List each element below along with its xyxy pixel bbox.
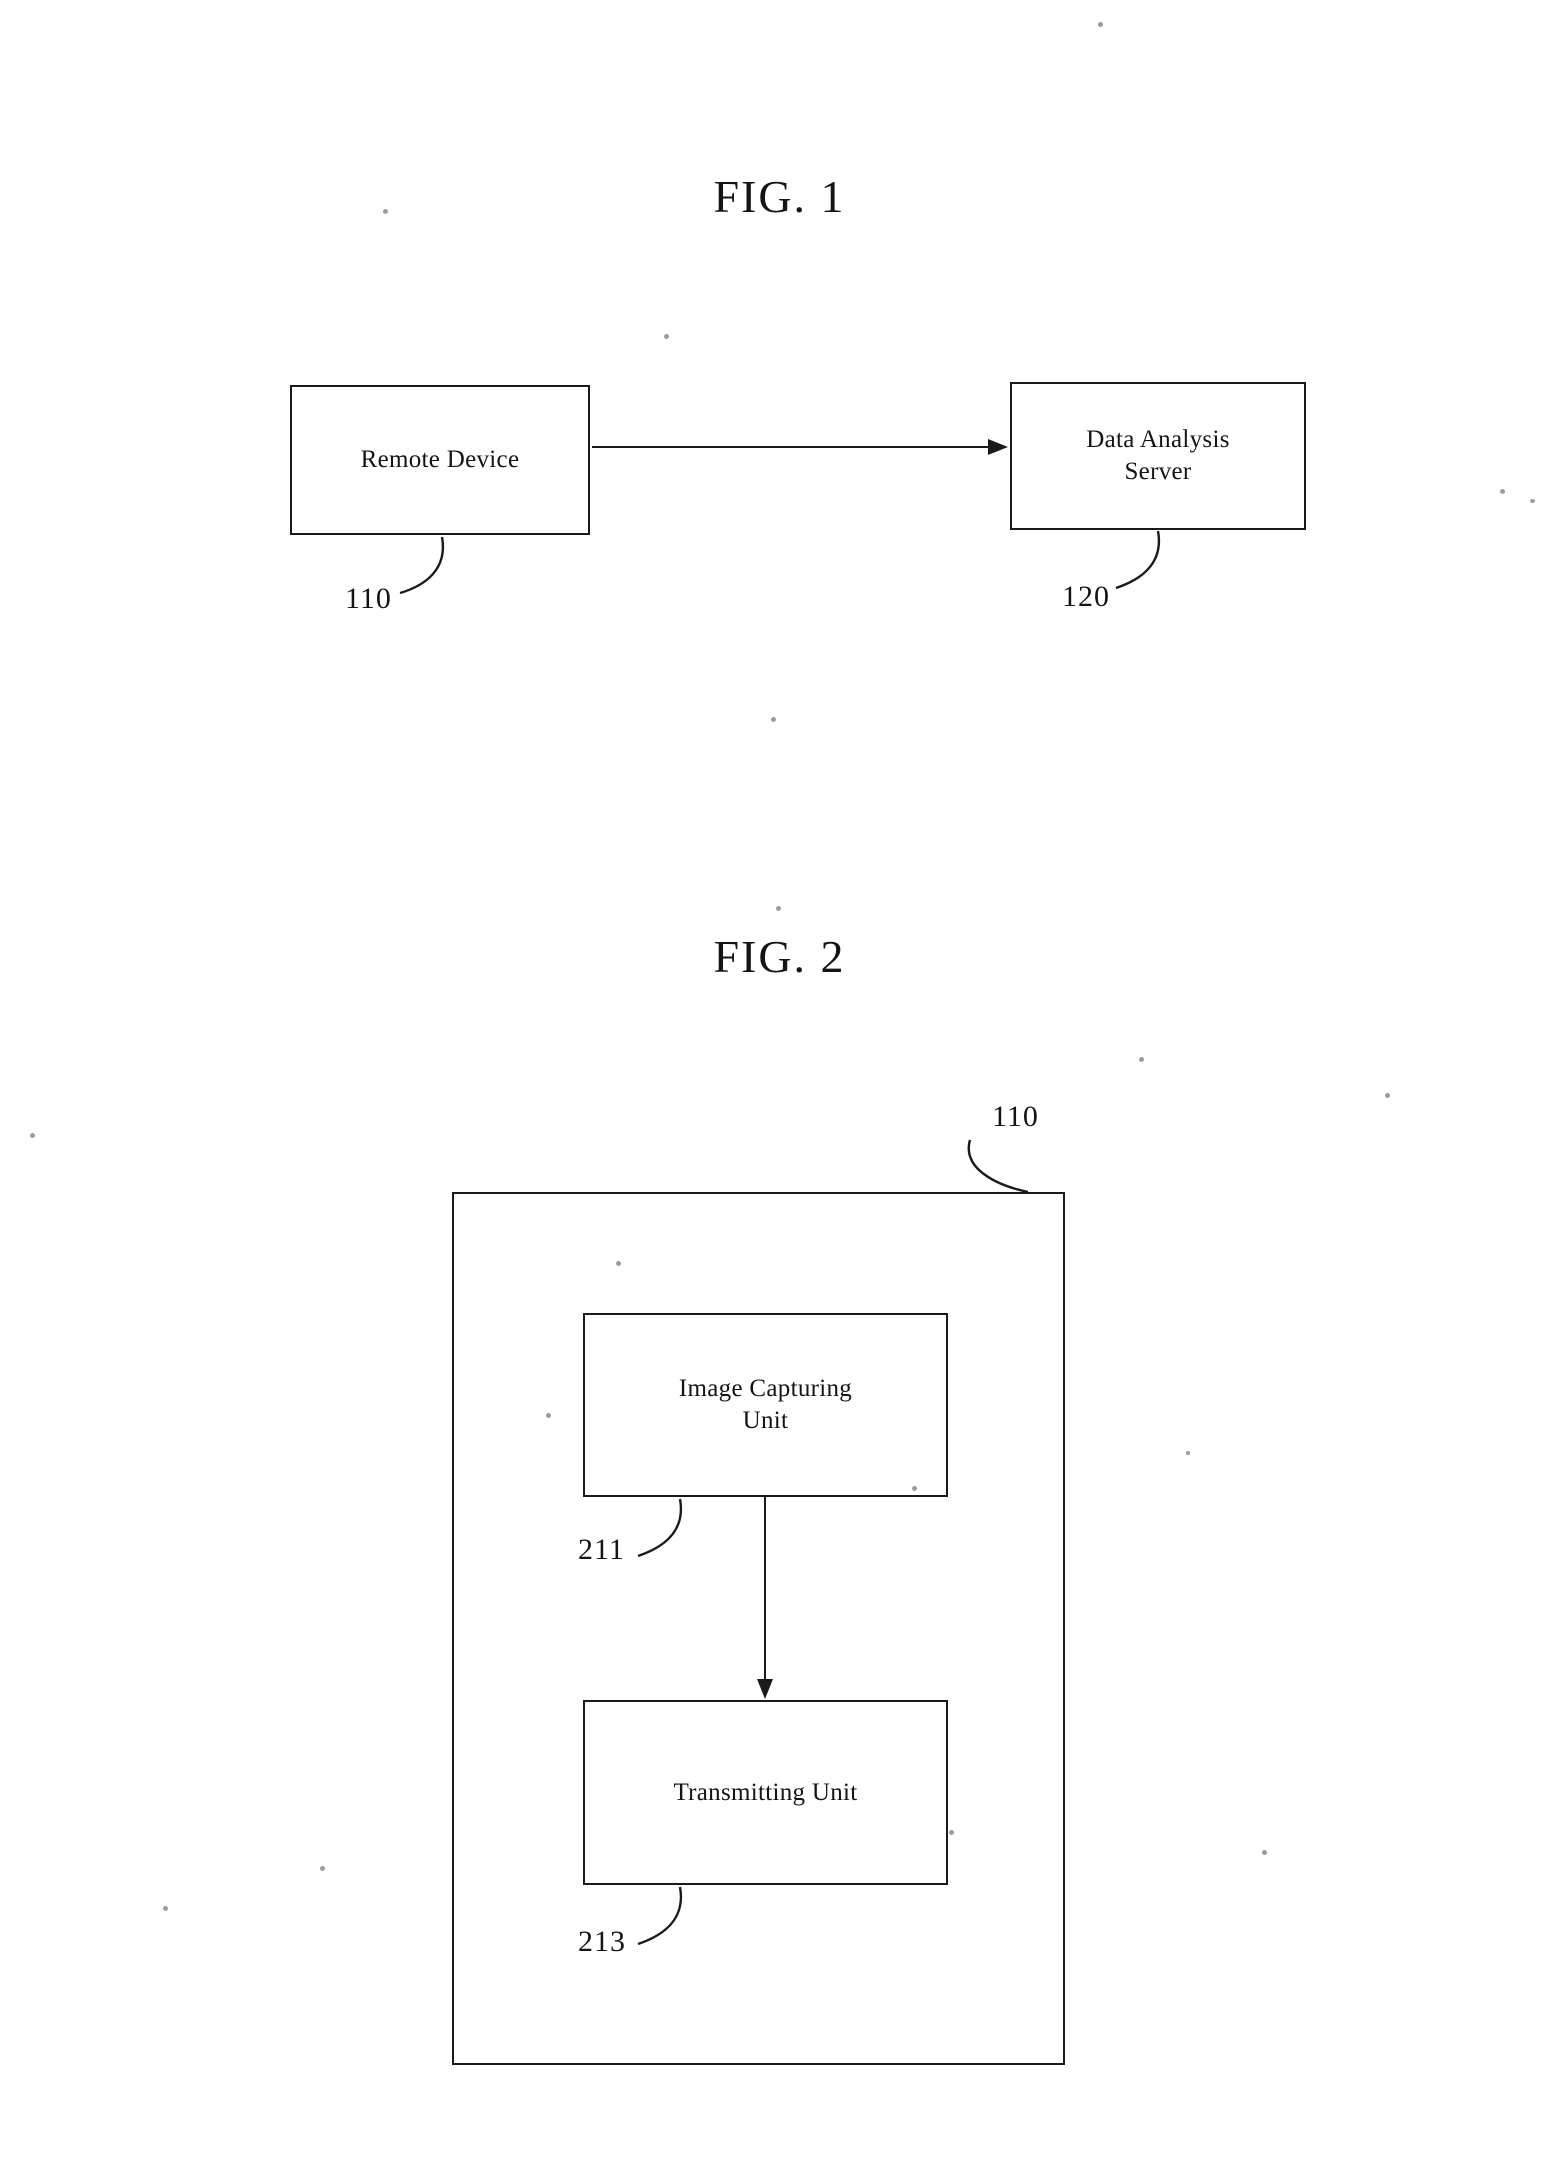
scan-speck: [1530, 499, 1535, 503]
scan-speck: [1098, 22, 1103, 27]
scan-speck: [1385, 1093, 1390, 1098]
scan-speck: [383, 209, 388, 214]
reference-numeral-211: 211: [578, 1533, 625, 1566]
scan-speck: [1500, 489, 1505, 494]
leader-line-110-fig2: [967, 1139, 1029, 1194]
arrowhead-right: [988, 439, 1008, 455]
scan-speck: [771, 717, 776, 722]
scan-speck: [546, 1413, 551, 1418]
reference-numeral-110-fig2: 110: [992, 1100, 1039, 1133]
reference-numeral-110-fig1: 110: [345, 582, 392, 615]
scan-speck: [616, 1261, 621, 1266]
transmitting-unit-box: Transmitting Unit: [583, 1700, 948, 1885]
reference-numeral-213: 213: [578, 1925, 626, 1958]
drawing-sheet: FIG. 1 Remote Device Data Analysis Serve…: [0, 0, 1559, 2184]
image-capturing-unit-box: Image Capturing Unit: [583, 1313, 948, 1497]
figure-1-title: FIG. 1: [713, 171, 846, 222]
leader-line-110-fig1: [399, 536, 445, 595]
scan-speck: [320, 1866, 325, 1871]
edge-remote-device-to-server: [592, 439, 1008, 455]
scan-speck: [1186, 1451, 1190, 1455]
scan-speck: [776, 906, 781, 911]
data-analysis-server-label: Data Analysis Server: [1086, 426, 1230, 485]
figure-2-title: FIG. 2: [713, 931, 846, 982]
transmitting-unit-label: Transmitting Unit: [673, 1778, 858, 1806]
scan-speck: [912, 1486, 917, 1491]
remote-device-box: Remote Device: [290, 385, 590, 535]
leader-line-120-fig1: [1115, 530, 1161, 590]
remote-device-label: Remote Device: [360, 446, 520, 473]
scan-speck: [1139, 1057, 1144, 1062]
reference-numeral-120-fig1: 120: [1062, 580, 1110, 613]
image-capturing-unit-label: Image Capturing Unit: [678, 1375, 853, 1434]
scan-speck: [163, 1906, 168, 1911]
scan-speck: [949, 1830, 954, 1835]
scan-speck: [30, 1133, 35, 1138]
data-analysis-server-box: Data Analysis Server: [1010, 382, 1306, 530]
scan-speck: [664, 334, 669, 339]
scan-speck: [1262, 1850, 1267, 1855]
